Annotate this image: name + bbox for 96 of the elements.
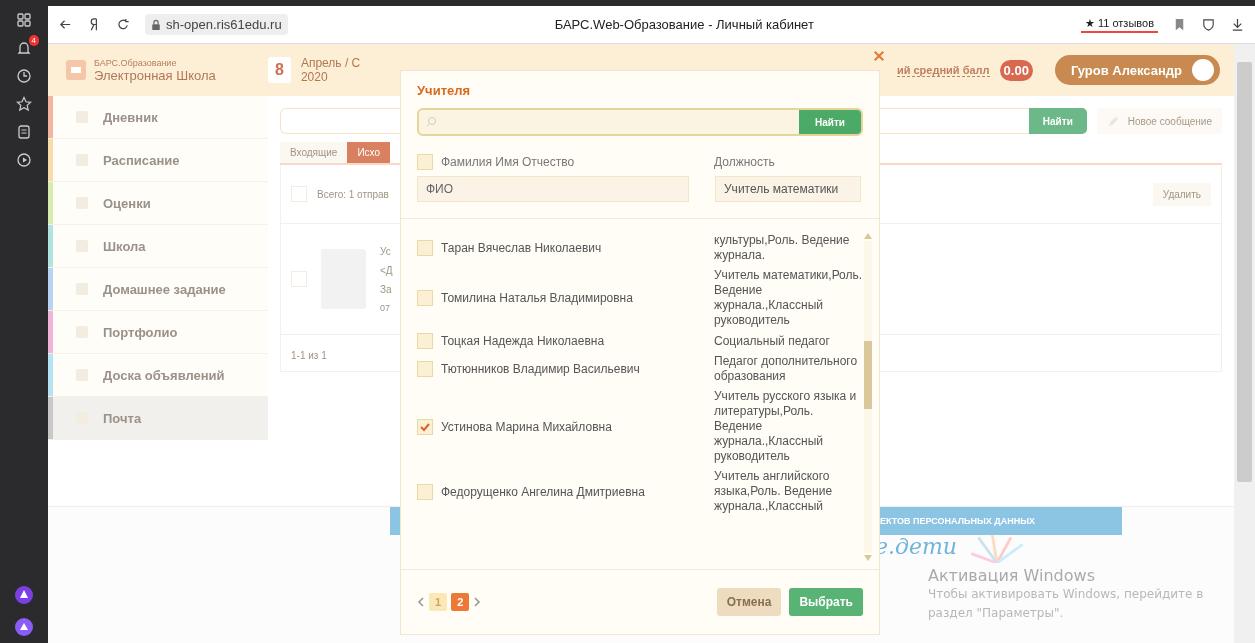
reviews-link[interactable]: ★ 11 отзывов [1080, 16, 1158, 33]
teacher-position: Учитель русского языка и литературы,Роль. Ведение журнала.,Классный руководитель [714, 389, 858, 464]
scrollbar[interactable] [864, 233, 872, 561]
sender-name: Ус [380, 245, 392, 257]
logo-title: Электронная Школа [94, 67, 216, 83]
message-subject: За [380, 283, 393, 295]
sidebar-item[interactable]: Расписание [48, 139, 268, 182]
class-badge: 8 [268, 57, 291, 83]
sidebar-item[interactable]: Домашнее задание [48, 268, 268, 311]
square-icon [75, 110, 89, 124]
message-date: 07 [380, 302, 391, 313]
sidebar-item[interactable]: Оценки [48, 182, 268, 225]
reload-icon[interactable] [116, 17, 131, 32]
delete-button[interactable]: Удалить [1152, 182, 1211, 206]
find-button[interactable]: Найти [799, 110, 861, 134]
teacher-name: Федорущенко Ангелина Дмитриевна [441, 484, 645, 499]
search-field[interactable]: Найти [417, 108, 863, 136]
square-icon [75, 368, 89, 382]
name-filter-field[interactable]: ФИО [417, 176, 689, 202]
average-grade-badge: 0.00 [999, 59, 1033, 81]
bell-icon[interactable] [16, 40, 32, 56]
square-icon [75, 282, 89, 296]
mail-tab[interactable]: Исхо [347, 142, 391, 163]
checkbox[interactable] [417, 361, 433, 377]
page-button[interactable]: 2 [451, 593, 470, 611]
assistant-icon[interactable] [14, 617, 34, 637]
square-icon [75, 153, 89, 167]
lock-icon [151, 18, 161, 31]
teacher-name: Тютюнников Владимир Васильевич [441, 362, 640, 376]
logo-subtitle: БАРС.Образование [94, 57, 178, 68]
dialog-title: Учителя [417, 83, 472, 98]
previous-page-icon[interactable] [417, 596, 425, 608]
checkbox[interactable] [291, 186, 307, 202]
find-button[interactable]: Найти [1028, 108, 1087, 134]
teacher-name: Таран Вячеслав Николаевич [441, 241, 602, 255]
mail-tab[interactable]: Входящие [280, 142, 348, 163]
sidebar-item[interactable]: Школа [48, 225, 268, 268]
average-grade-link[interactable]: ий средний балл [896, 63, 990, 77]
grid-icon[interactable] [16, 12, 32, 28]
checkbox[interactable] [291, 271, 307, 287]
address-bar[interactable]: sh-open.ris61edu.ru [145, 14, 288, 35]
page-title: БАРС.Web-Образование - Личный кабинет [553, 17, 815, 32]
pencil-icon [1106, 114, 1120, 128]
teacher-name: Устинова Марина Михайловна [441, 419, 612, 434]
sidebar-item[interactable]: Портфолио [48, 311, 268, 354]
column-header: Должность [714, 155, 775, 169]
square-icon [75, 239, 89, 253]
checkbox[interactable] [417, 290, 433, 306]
close-icon[interactable] [873, 50, 885, 62]
square-icon [75, 325, 89, 339]
year-label: 2020 [300, 70, 329, 84]
checkbox[interactable] [417, 483, 433, 500]
teacher-position: Социальный педагог [714, 333, 831, 349]
checkbox[interactable] [417, 154, 433, 170]
avatar-icon [1192, 59, 1214, 81]
teacher-position: Педагог дополнительного образования [714, 354, 859, 384]
shield-icon[interactable] [1201, 17, 1216, 32]
square-icon [75, 196, 89, 210]
column-header: Фамилия Имя Отчество [441, 155, 575, 169]
select-button[interactable]: Выбрать [789, 588, 863, 616]
scroll-up-icon[interactable] [864, 233, 872, 239]
sender-address: <Д [380, 264, 393, 276]
position-filter-field[interactable]: Учитель математики [715, 176, 861, 202]
checkbox[interactable] [417, 333, 433, 349]
notes-icon[interactable] [16, 124, 32, 140]
next-page-icon[interactable] [473, 596, 482, 608]
pager-label: 1-1 из 1 [291, 350, 327, 361]
period-label[interactable]: Апрель / С [300, 56, 361, 70]
sidebar-item[interactable]: Дневник [48, 96, 268, 139]
teacher-name: Тоцкая Надежда Николаевна [441, 334, 605, 348]
cancel-button[interactable]: Отмена [716, 588, 782, 616]
download-icon[interactable] [1230, 17, 1245, 32]
star-icon[interactable] [16, 96, 32, 112]
clock-icon[interactable] [16, 68, 32, 84]
checkbox[interactable] [417, 240, 433, 256]
checkbox[interactable] [417, 418, 433, 435]
notification-badge: 4 [28, 35, 39, 46]
activation-text: Чтобы активировать Windows, перейдите в раздел "Параметры". [928, 586, 1205, 622]
mail-logo-icon [66, 60, 86, 80]
teacher-position: Учитель математики,Роль. Ведение журнала.,Классный руководитель [714, 268, 864, 328]
teacher-position: культуры,Роль. Ведение журнала. [714, 233, 851, 263]
teacher-name: Томилина Наталья Владимировна [441, 291, 633, 305]
search-icon [425, 116, 437, 128]
user-name: Гуров Александр [1070, 62, 1182, 78]
new-message-button[interactable]: Новое сообщение [1096, 108, 1222, 134]
assistant-icon[interactable] [14, 585, 34, 605]
user-menu[interactable]: Гуров Александр [1054, 55, 1220, 85]
scroll-down-icon[interactable] [864, 555, 872, 561]
total-label: Всего: 1 отправ [317, 188, 389, 200]
scrollbar[interactable] [1234, 44, 1255, 643]
page-button[interactable]: 1 [429, 593, 448, 611]
sidebar-item[interactable]: Почта [48, 397, 268, 440]
play-icon[interactable] [16, 152, 32, 168]
url-text: sh-open.ris61edu.ru [166, 17, 282, 32]
scroll-thumb[interactable] [864, 341, 872, 409]
activation-title: Активация Windows [928, 566, 1096, 585]
